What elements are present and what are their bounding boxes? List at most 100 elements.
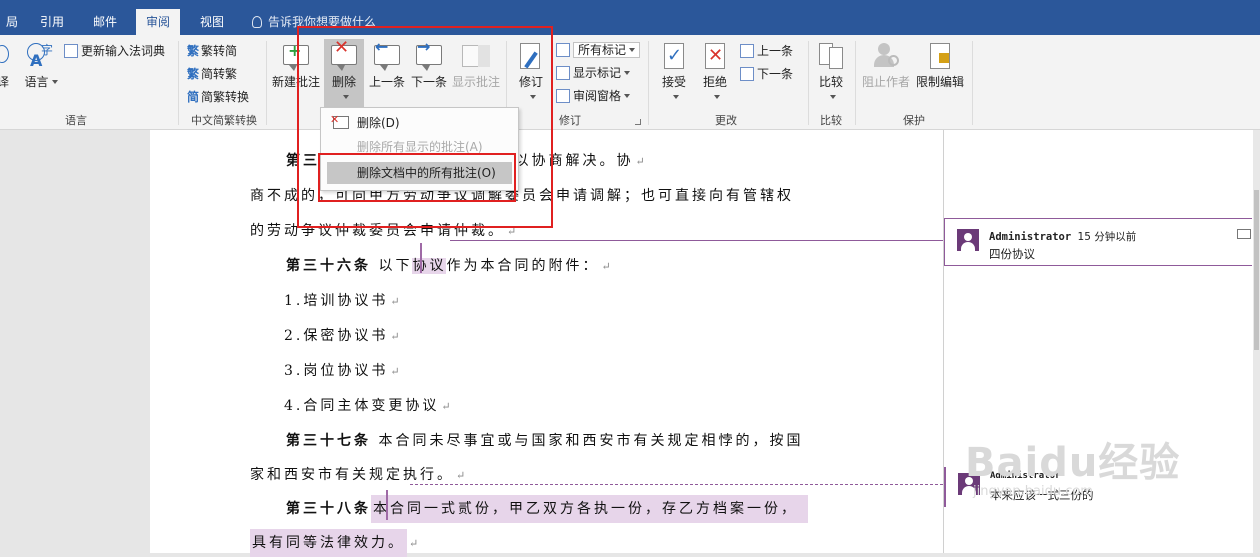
paragraph-mark: ↵	[409, 537, 419, 550]
reject-icon: ✕	[699, 39, 731, 71]
tab-mailings[interactable]: 邮件	[83, 9, 127, 35]
next-change-icon	[740, 67, 754, 81]
line-text: 作为本合同的附件：	[446, 258, 600, 274]
paragraph-mark: ↵	[456, 469, 466, 482]
group-separator	[178, 41, 179, 125]
reply-icon[interactable]	[1237, 229, 1251, 239]
prev-change-icon	[740, 44, 754, 58]
group-label-language: 语言	[65, 114, 87, 127]
group-label-chinese: 中文简繁转换	[191, 114, 257, 127]
block-authors-button[interactable]: 阻止作者	[860, 39, 912, 90]
group-label-tracking: 修订	[559, 114, 581, 127]
language-icon: A 字	[25, 39, 57, 71]
tab-view[interactable]: 视图	[190, 9, 234, 35]
doc-line: 第三十七条 本合同未尽事宜或与国家和西安市有关规定相悖的，按国	[286, 430, 803, 450]
block-authors-label: 阻止作者	[861, 75, 910, 89]
reject-label: 拒绝	[702, 75, 727, 89]
comment-anchor	[420, 243, 422, 273]
markup-select-label: 所有标记	[578, 43, 627, 57]
avatar	[957, 229, 979, 251]
update-ime-label: 更新输入法词典	[81, 44, 166, 58]
group-separator	[266, 41, 267, 125]
dialog-launcher-icon[interactable]	[635, 119, 641, 125]
paragraph-mark: ↵	[635, 155, 645, 168]
doc-line: 第三十六条 以下协议作为本合同的附件： ↵	[286, 255, 611, 275]
chevron-down-icon	[624, 71, 631, 75]
compare-label: 比较	[818, 75, 843, 89]
group-label-compare: 比较	[820, 114, 842, 127]
chevron-down-icon	[624, 94, 631, 98]
left-margin-area	[0, 130, 150, 553]
comment-connector	[450, 240, 943, 241]
group-label-protect: 保护	[903, 114, 925, 127]
comment-author-name: Administrator	[989, 231, 1072, 243]
tab-layout[interactable]: 局	[0, 9, 28, 35]
doc-line: 1.培训协议书 ↵	[284, 290, 400, 310]
ime-dictionary-icon	[64, 44, 78, 58]
review-pane-label: 审阅窗格	[573, 89, 622, 103]
scrollbar-thumb[interactable]	[1254, 190, 1259, 350]
paragraph-mark: ↵	[390, 330, 400, 343]
comment-anchor	[386, 490, 388, 520]
chevron-down-icon	[713, 95, 720, 99]
show-markup-button[interactable]: 显示标记	[556, 63, 631, 83]
lightbulb-icon	[252, 16, 262, 28]
language-button[interactable]: A 字 语言	[24, 39, 58, 90]
markup-select[interactable]: 所有标记	[556, 40, 641, 60]
language-label: 语言	[24, 75, 49, 89]
s2t-icon: 繁	[187, 67, 200, 81]
reject-button[interactable]: ✕ 拒绝	[698, 39, 732, 104]
t2s-label: 繁转简	[201, 44, 238, 58]
doc-line: 家和西安市有关规定执行。 ↵	[250, 464, 465, 484]
group-separator	[972, 41, 973, 125]
translate-button[interactable]: 译	[0, 39, 14, 90]
vertical-scrollbar[interactable]	[1253, 130, 1260, 553]
convert-icon: 简	[187, 90, 200, 104]
accept-button[interactable]: ✓ 接受	[656, 39, 692, 104]
s2t-button[interactable]: 繁简转繁	[187, 64, 237, 84]
prev-change-button[interactable]: 上一条	[740, 41, 793, 61]
show-markup-icon	[556, 66, 570, 80]
commented-text[interactable]: 协议	[412, 258, 447, 274]
line-text: 以下	[371, 258, 413, 274]
doc-line: 3.岗位协议书 ↵	[284, 360, 400, 380]
doc-line: 4.合同主体变更协议 ↵	[284, 395, 451, 415]
annotation-box	[318, 153, 516, 202]
tab-review[interactable]: 审阅	[136, 9, 181, 35]
article-heading: 第三十八条	[286, 501, 371, 517]
next-change-label: 下一条	[757, 67, 794, 81]
paragraph-mark: ↵	[390, 365, 400, 378]
ribbon-tab-bar: 局 引用 邮件 审阅 视图 告诉我你想要做什么	[0, 0, 1260, 35]
convert-button[interactable]: 简简繁转换	[187, 87, 249, 107]
comment-connector	[410, 484, 943, 485]
accept-icon: ✓	[658, 39, 690, 71]
doc-line: 第三十八条 本合同一式贰份，甲乙双方各执一份，存乙方档案一份，	[286, 495, 808, 523]
chevron-down-icon	[629, 48, 636, 52]
compare-icon	[815, 39, 847, 71]
doc-line: 具有同等法律效力。 ↵	[250, 529, 419, 557]
review-pane-icon	[556, 89, 570, 103]
group-separator	[855, 41, 856, 125]
line-text: 2.保密协议书	[284, 328, 389, 344]
prev-change-label: 上一条	[757, 44, 794, 58]
article-heading: 第三十七条	[286, 433, 371, 449]
t2s-icon: 繁	[187, 44, 200, 58]
comment-text: 四份协议	[989, 247, 1035, 261]
ribbon: 译 A 字 语言 更新输入法词典 语言 繁繁转简 繁简转繁 简简繁转换 中文简繁…	[0, 35, 1260, 130]
comment-balloon[interactable]: Administrator 15 分钟以前 四份协议	[944, 218, 1252, 266]
compare-button[interactable]: 比较	[814, 39, 848, 104]
chevron-down-icon	[672, 95, 679, 99]
tab-references[interactable]: 引用	[30, 9, 74, 35]
update-ime-button[interactable]: 更新输入法词典	[64, 41, 165, 61]
markup-icon	[556, 43, 570, 57]
next-change-button[interactable]: 下一条	[740, 64, 793, 84]
paragraph-mark: ↵	[390, 295, 400, 308]
convert-label: 简繁转换	[201, 90, 250, 104]
commented-text[interactable]: 本合同一式贰份，甲乙双方各执一份，存乙方档案一份，	[371, 495, 808, 523]
comment-time: 15 分钟以前	[1077, 231, 1137, 243]
t2s-button[interactable]: 繁繁转简	[187, 41, 237, 61]
review-pane-button[interactable]: 审阅窗格	[556, 86, 631, 106]
chevron-down-icon	[829, 95, 836, 99]
restrict-editing-button[interactable]: 限制编辑	[914, 39, 966, 90]
line-text: 家和西安市有关规定执行。	[250, 467, 454, 483]
